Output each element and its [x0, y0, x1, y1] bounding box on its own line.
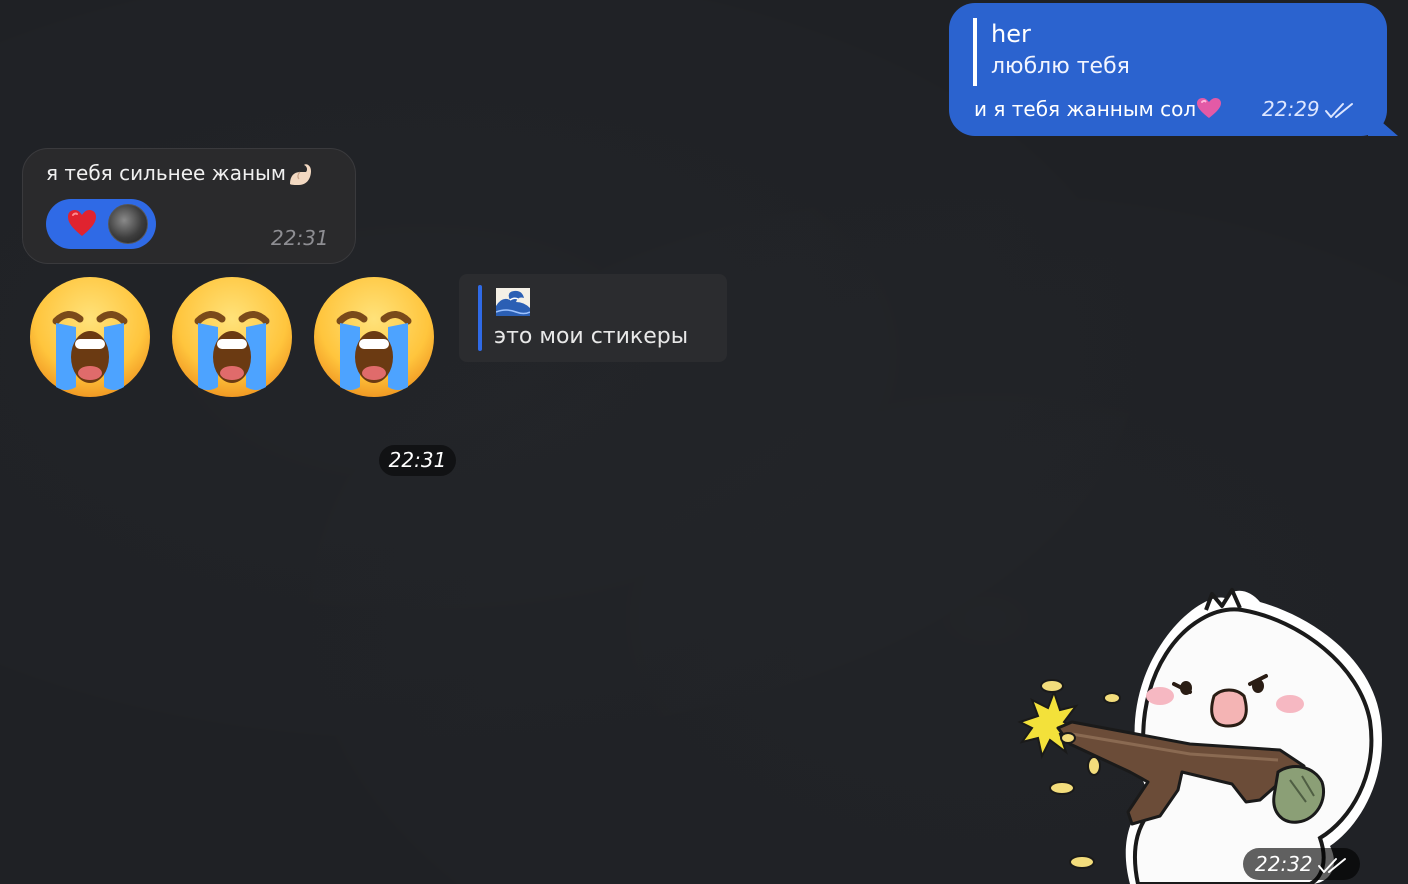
incoming-message-time: 22:31	[271, 226, 329, 250]
time-label: 22:32	[1255, 852, 1313, 876]
message-text: и я тебя жанным сол	[974, 97, 1197, 121]
avatar[interactable]	[108, 204, 148, 244]
bubble-tail	[1368, 110, 1398, 136]
reply-quote[interactable]: her люблю тебя	[973, 18, 1130, 86]
outgoing-message-text: и я тебя жанным сол	[974, 96, 1222, 125]
pink-heart-icon	[1196, 97, 1222, 125]
reply-text: люблю тебя	[991, 54, 1130, 79]
double-check-icon	[1317, 857, 1346, 873]
sticker-time-badge: 22:32	[1243, 848, 1360, 880]
crying-face-icon[interactable]	[170, 275, 294, 399]
quote-text: это мои стикеры	[494, 324, 689, 349]
crying-face-icon[interactable]	[312, 275, 436, 399]
message-text: я тебя сильнее жаным	[46, 161, 286, 185]
sticker-time-badge: 22:31	[379, 445, 456, 476]
reply-author: her	[991, 20, 1031, 48]
shooter-sticker[interactable]	[1010, 576, 1394, 884]
pinching-hand-icon	[289, 163, 311, 185]
time-label: 22:29	[1262, 97, 1320, 121]
incoming-message-text: я тебя сильнее жаным	[46, 160, 314, 188]
outgoing-message-time: 22:29	[1262, 97, 1356, 121]
wave-icon	[496, 288, 530, 316]
crying-face-icon[interactable]	[28, 275, 152, 399]
quote-accent-bar	[478, 285, 482, 351]
red-heart-icon	[68, 210, 96, 236]
double-check-icon	[1324, 102, 1353, 118]
chat-window: her люблю тебя и я тебя жанным сол 22:29…	[0, 0, 1408, 884]
